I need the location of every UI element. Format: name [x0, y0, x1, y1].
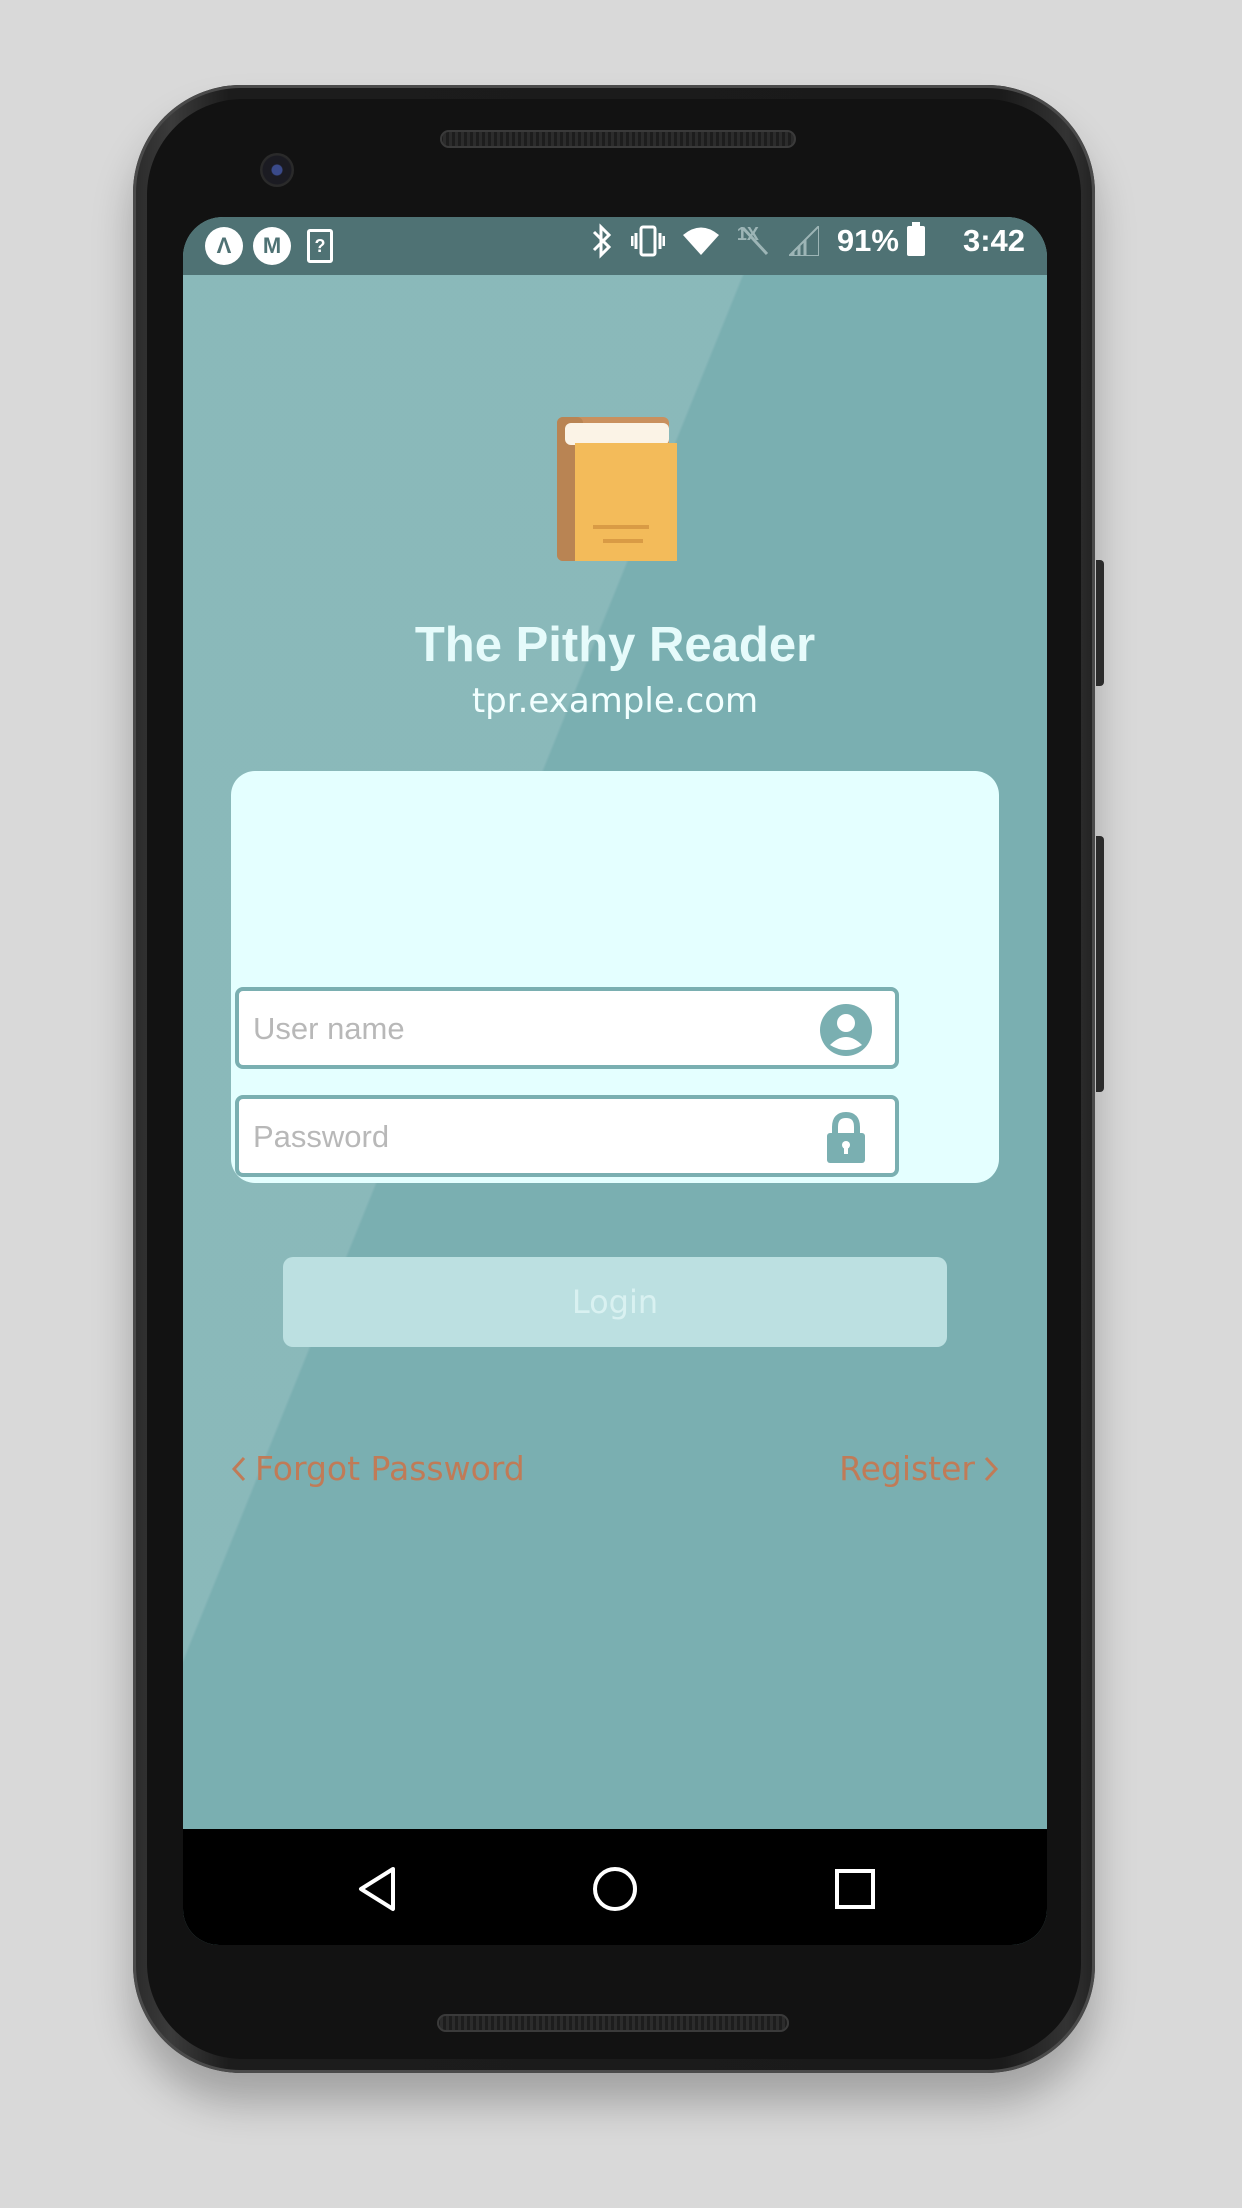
forgot-password-link[interactable]: Forgot Password [231, 1449, 525, 1488]
login-button[interactable]: Login [283, 1257, 947, 1347]
chevron-right-icon [984, 1456, 999, 1481]
app-subtitle: tpr.example.com [471, 681, 759, 721]
power-button [1096, 836, 1104, 1092]
signal-icon [788, 226, 819, 256]
back-icon[interactable] [353, 1865, 401, 1913]
wifi-icon [682, 227, 719, 255]
lock-icon [827, 1111, 865, 1163]
stage: Λ M ? 1X [0, 0, 1242, 2208]
m-icon: M [253, 227, 291, 265]
screen: Λ M ? 1X [183, 217, 1047, 1945]
register-label: Register [839, 1449, 975, 1488]
home-icon[interactable] [591, 1865, 639, 1913]
a-icon: Λ [205, 227, 243, 265]
bluetooth-icon [592, 223, 612, 259]
volume-button [1096, 560, 1104, 686]
status-bar: Λ M ? 1X [183, 217, 1047, 275]
bottom-speaker [437, 2014, 789, 2032]
username-input[interactable] [251, 991, 815, 1067]
battery-group: 91% [836, 222, 925, 259]
status-left-icons: Λ M ? [205, 227, 333, 265]
password-input[interactable] [251, 1099, 815, 1175]
status-right-icons: 1X 91% 3:42 [591, 222, 1025, 259]
earpiece-speaker [440, 130, 796, 148]
user-icon [820, 1004, 872, 1056]
vibrate-icon [630, 225, 665, 257]
navigation-bar [183, 1829, 1047, 1945]
sim-unknown-icon: ? [307, 229, 333, 263]
app-title: The Pithy Reader [414, 618, 816, 672]
front-camera [260, 153, 294, 187]
password-field[interactable] [235, 1095, 899, 1177]
clock: 3:42 [962, 223, 1025, 258]
forgot-password-label: Forgot Password [255, 1449, 525, 1488]
username-field[interactable] [235, 987, 899, 1069]
chevron-left-icon [231, 1456, 246, 1481]
register-link[interactable]: Register [839, 1449, 999, 1488]
book-icon [557, 417, 677, 561]
data-off-icon: 1X [737, 224, 771, 258]
battery-percent: 91% [836, 223, 899, 258]
recents-icon[interactable] [831, 1865, 879, 1913]
battery-icon [906, 222, 925, 256]
